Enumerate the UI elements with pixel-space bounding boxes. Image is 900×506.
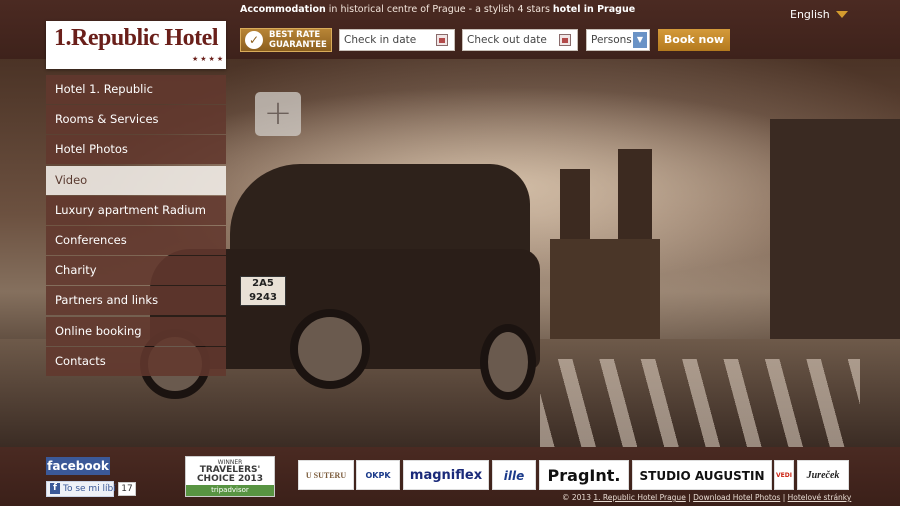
best-rate-text: BEST RATE GUARANTEE (269, 30, 327, 50)
nav-item[interactable]: Video (46, 165, 226, 195)
nav-item[interactable]: Charity (46, 256, 226, 286)
copyright-text: © 2013 (562, 493, 591, 502)
partner-logo[interactable]: Jureček (797, 460, 849, 490)
partner-logo[interactable]: STUDIO AUGUSTIN (632, 460, 772, 490)
nav-item[interactable]: Luxury apartment Radium (46, 195, 226, 225)
logo-stars: ★★★★ (192, 55, 226, 63)
partner-logo[interactable]: PragInt. (539, 460, 629, 490)
language-selector[interactable]: English (790, 8, 830, 21)
check-in-field[interactable]: Check in date (339, 29, 455, 51)
church-body (550, 239, 660, 339)
check-out-field[interactable]: Check out date (462, 29, 578, 51)
plate-line1: 2A5 (252, 278, 274, 289)
footer-link-hotel[interactable]: 1. Republic Hotel Prague (593, 493, 685, 502)
partner-logo[interactable]: magniflex (403, 460, 489, 490)
nav-item[interactable]: Conferences (46, 225, 226, 255)
copyright: © 2013 1. Republic Hotel Prague | Downlo… (562, 493, 852, 502)
nav-item[interactable]: Online booking (46, 316, 226, 346)
persons-label: Persons (591, 34, 632, 46)
license-plate: 2A5 9243 (240, 276, 286, 306)
checkmark-icon: ✓ (245, 31, 263, 49)
partner-logo[interactable]: VEDI (774, 460, 794, 490)
main-nav: Hotel 1. Republic Rooms & Services Hotel P… (46, 75, 226, 377)
nav-item[interactable]: Hotel Photos (46, 135, 226, 165)
hotel-logo[interactable]: 1.Republic Hotel ★★★★ (46, 21, 226, 69)
building-right (770, 119, 900, 339)
partner-logo[interactable]: U SUTERU (298, 460, 354, 490)
check-out-placeholder: Check out date (467, 34, 547, 46)
best-rate-badge[interactable]: ✓ BEST RATE GUARANTEE (240, 28, 332, 52)
plate-line2: 9243 (249, 292, 277, 303)
crosswalk (540, 359, 860, 447)
check-in-placeholder: Check in date (344, 34, 417, 46)
ta-brand: tripadvisor (186, 485, 274, 496)
tagline: Accommodation in historical centre of Pr… (240, 4, 635, 15)
logo-text: 1.Republic Hotel (54, 25, 219, 51)
calendar-icon[interactable] (436, 34, 448, 46)
car-wheel-rear (480, 324, 536, 400)
footer-link-photos[interactable]: Download Hotel Photos (693, 493, 780, 502)
nav-item[interactable]: Contacts (46, 346, 226, 376)
like-count: 17 (118, 482, 136, 496)
nav-item[interactable]: Rooms & Services (46, 105, 226, 135)
dropdown-arrow-icon[interactable]: ▼ (633, 32, 647, 48)
partner-logo[interactable]: OKPK (356, 460, 400, 490)
expand-plus-button[interactable]: + (255, 92, 301, 136)
tripadvisor-badge[interactable]: WINNER TRAVELERS' CHOICE 2013 tripadviso… (185, 456, 275, 497)
chevron-down-icon[interactable] (836, 11, 848, 18)
nav-item[interactable]: Partners and links (46, 286, 226, 316)
tagline-text: in historical centre of Prague - a styli… (325, 4, 553, 15)
facebook-like-button[interactable]: To se mi líbí (46, 481, 116, 497)
calendar-icon[interactable] (559, 34, 571, 46)
persons-select[interactable]: Persons ▼ (586, 29, 650, 51)
best-rate-line2: GUARANTEE (269, 39, 327, 50)
footer-link-pages[interactable]: Hotelové stránky (788, 493, 852, 502)
tagline-bold-2: hotel in Prague (552, 4, 636, 15)
car-wheel-front (290, 309, 370, 389)
ta-title2: CHOICE 2013 (196, 474, 264, 484)
tagline-bold-1: Accommodation (240, 4, 326, 15)
partner-logo[interactable]: ille (492, 460, 536, 490)
facebook-logo[interactable]: facebook (46, 457, 110, 475)
nav-item[interactable]: Hotel 1. Republic (46, 75, 226, 104)
book-now-button[interactable]: Book now (658, 29, 730, 51)
